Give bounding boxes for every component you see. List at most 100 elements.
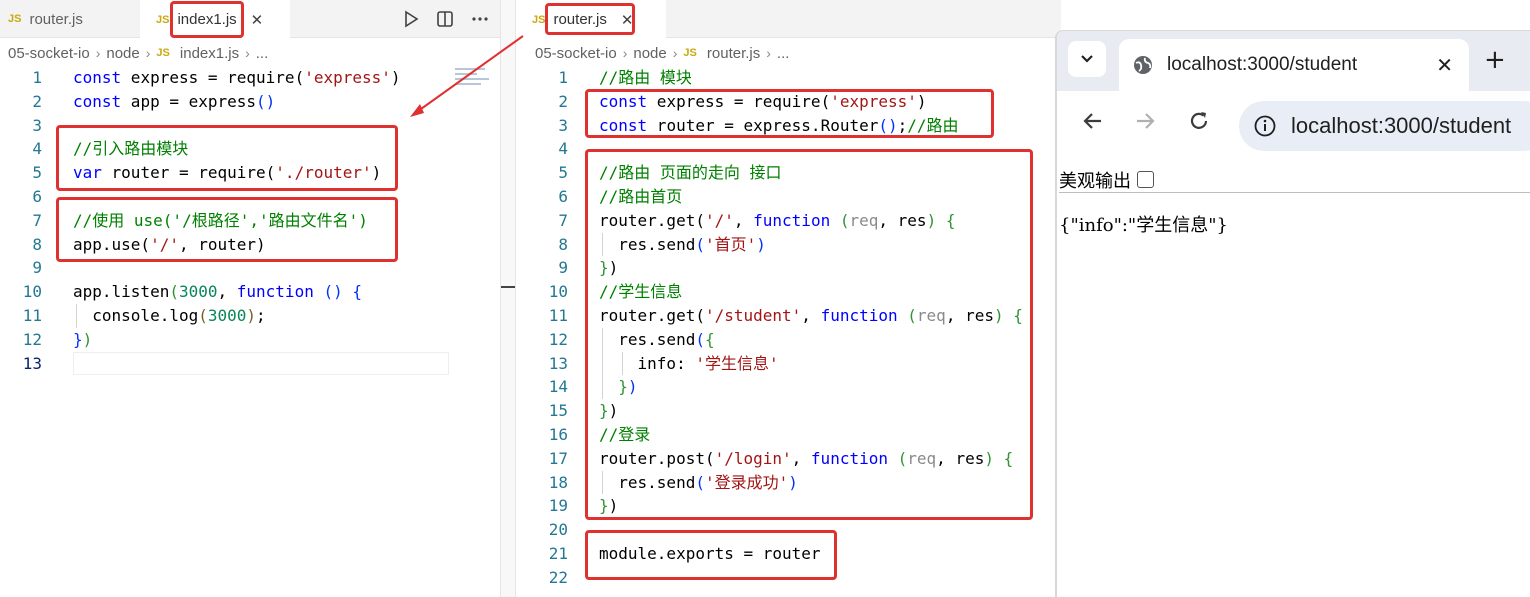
- code-comment: //学生信息: [599, 282, 683, 302]
- breadcrumb-item[interactable]: 05-socket-io: [535, 45, 617, 62]
- line-number: 10: [548, 282, 568, 302]
- breadcrumb: 05-socket-io › node › JS index1.js › ...: [8, 42, 268, 64]
- code-text: res.send('登录成功'): [599, 472, 798, 492]
- browser-tab[interactable]: localhost:3000/student ✕: [1119, 39, 1469, 91]
- line-number: 1: [32, 68, 42, 87]
- code-text: router.post('/login', function (req, res…: [599, 448, 1014, 468]
- line-number: 7: [558, 210, 568, 230]
- split-editor-icon[interactable]: [436, 10, 454, 28]
- code-editor[interactable]: 1 //路由 模块 2 const express = require('expre…: [526, 66, 1061, 590]
- line-number: 17: [548, 448, 568, 468]
- line-number: 2: [32, 91, 42, 111]
- code-line: 11 console.log(3000);: [0, 303, 500, 328]
- info-icon[interactable]: [1253, 114, 1277, 138]
- tab-router-js[interactable]: JS router.js: [0, 0, 138, 38]
- line-number: 19: [548, 496, 568, 516]
- pretty-print-checkbox[interactable]: [1137, 171, 1154, 188]
- line-number: 4: [32, 139, 42, 159]
- breadcrumb-item[interactable]: ...: [256, 45, 269, 62]
- close-icon[interactable]: ✕: [251, 11, 264, 29]
- line-number: 4: [558, 139, 568, 159]
- editor-actions: [402, 0, 490, 38]
- left-tab-bar: JS router.js JS index1.js ✕: [0, 0, 500, 39]
- code-line: 6: [0, 185, 500, 209]
- code-line: 4: [526, 137, 1061, 161]
- breadcrumb-item[interactable]: router.js: [707, 45, 760, 62]
- code-text: }): [599, 258, 619, 278]
- browser-window: localhost:3000/student ✕ + localhost:300…: [1055, 30, 1530, 597]
- code-line: 5 //路由 页面的走向 接口: [526, 161, 1061, 185]
- editor-divider[interactable]: [500, 0, 516, 597]
- tab-router-js[interactable]: JS router.js ✕: [516, 0, 666, 39]
- code-text: const express = require('express'): [73, 68, 401, 87]
- js-file-icon: JS: [683, 47, 697, 59]
- code-comment: //登录: [599, 424, 651, 444]
- js-file-icon: JS: [8, 13, 22, 25]
- close-icon[interactable]: ✕: [1436, 53, 1453, 78]
- line-number: 9: [558, 258, 568, 278]
- chevron-right-icon: ›: [95, 45, 101, 61]
- code-text: const router = express.Router();//路由: [599, 115, 959, 135]
- code-line: 11 router.get('/student', function (req, …: [526, 304, 1061, 328]
- plus-icon[interactable]: +: [1484, 45, 1506, 75]
- breadcrumb-item[interactable]: node: [633, 45, 666, 62]
- code-comment: //路由首页: [599, 186, 683, 206]
- line-number: 18: [548, 472, 568, 492]
- code-line: 7 router.get('/', function (req, res) {: [526, 209, 1061, 233]
- code-line: 10 //学生信息: [526, 280, 1061, 304]
- code-text: console.log(3000);: [73, 305, 266, 325]
- chevron-down-icon[interactable]: [1068, 41, 1106, 77]
- line-number: 20: [548, 520, 568, 540]
- code-line: 4 //引入路由模块: [0, 137, 500, 161]
- code-comment: //使用 use('/根路径','路由文件名'): [73, 210, 368, 230]
- code-line: 7 //使用 use('/根路径','路由文件名'): [0, 209, 500, 233]
- chevron-right-icon: ›: [672, 45, 678, 61]
- code-line: 5 var router = require('./router'): [0, 161, 500, 185]
- code-line: 2 const app = express(): [0, 90, 500, 114]
- code-line: 9}): [526, 256, 1061, 280]
- pretty-print-row: 美观输出: [1059, 167, 1530, 193]
- code-line: 8 res.send('首页'): [526, 232, 1061, 257]
- breadcrumb-item[interactable]: node: [106, 45, 139, 62]
- line-number: 16: [548, 424, 568, 444]
- line-number: 13: [548, 353, 568, 373]
- browser-tab-title: localhost:3000/student: [1167, 54, 1358, 75]
- code-line: 1 const express = require('express'): [0, 66, 500, 90]
- code-line: 12 res.send({: [526, 327, 1061, 352]
- code-line: 10 app.listen(3000, function () {: [0, 280, 500, 304]
- line-number: 5: [558, 163, 568, 183]
- right-tab-bar: JS router.js ✕: [516, 0, 1061, 39]
- line-number: 11: [22, 305, 42, 325]
- breadcrumb-item[interactable]: 05-socket-io: [8, 45, 90, 62]
- code-line: 6 //路由首页: [526, 185, 1061, 209]
- chevron-right-icon: ›: [245, 45, 250, 61]
- js-file-icon: JS: [156, 13, 170, 26]
- current-line: [73, 351, 449, 375]
- code-line: 19}): [526, 494, 1061, 518]
- breadcrumb-item[interactable]: index1.js: [180, 45, 239, 62]
- play-icon[interactable]: [402, 10, 420, 28]
- code-editor[interactable]: 1 const express = require('express') 2 con…: [0, 66, 500, 375]
- forward-arrow-icon[interactable]: [1133, 109, 1157, 133]
- line-number: 14: [548, 377, 568, 397]
- reload-icon[interactable]: [1187, 109, 1211, 133]
- tab-label: router.js: [553, 11, 607, 28]
- line-number: 9: [32, 258, 42, 278]
- js-file-icon: JS: [156, 47, 170, 59]
- close-icon[interactable]: ✕: [621, 11, 634, 29]
- more-actions-icon[interactable]: [470, 10, 490, 28]
- line-number: 3: [32, 115, 42, 135]
- breadcrumb-item[interactable]: ...: [777, 45, 790, 62]
- json-response: {"info":"学生信息"}: [1059, 215, 1228, 236]
- line-number: 1: [558, 68, 568, 87]
- code-line: 14 }): [526, 375, 1061, 400]
- back-arrow-icon[interactable]: [1081, 109, 1105, 133]
- code-line: 18 res.send('登录成功'): [526, 470, 1061, 495]
- line-number: 3: [558, 115, 568, 135]
- line-number: 8: [32, 234, 42, 254]
- code-comment: //路由 模块: [599, 68, 692, 87]
- address-bar[interactable]: localhost:3000/student: [1239, 101, 1530, 151]
- tab-label: router.js: [29, 10, 83, 28]
- tab-index1-js[interactable]: JS index1.js ✕: [140, 0, 290, 39]
- browser-toolbar: localhost:3000/student: [1057, 91, 1530, 161]
